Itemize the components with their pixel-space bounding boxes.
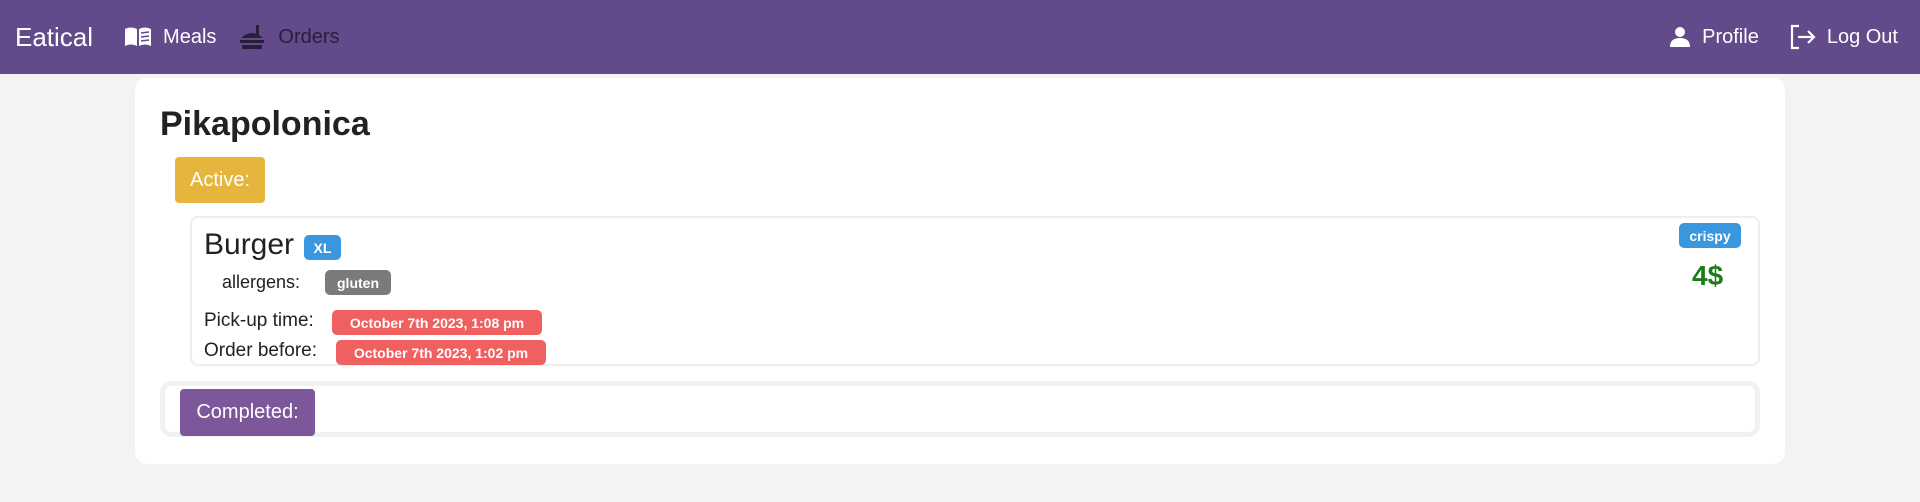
nav-profile-label: Profile xyxy=(1702,25,1759,48)
order-before-badge: October 7th 2023, 1:02 pm xyxy=(336,340,546,365)
logout-icon xyxy=(1789,24,1817,50)
size-badge: XL xyxy=(304,235,341,260)
meal-tag-badge: crispy xyxy=(1679,223,1741,248)
pickup-time-label: Pick-up time: xyxy=(204,310,314,331)
completed-section-button[interactable]: Completed: xyxy=(180,389,315,436)
restaurant-orders-card: Pikapolonica Active: Burger XL allergens… xyxy=(135,78,1785,464)
nav-right: Profile Log Out xyxy=(1638,24,1898,50)
restaurant-name: Pikapolonica xyxy=(160,105,370,143)
nav-logout-link[interactable]: Log Out xyxy=(1789,24,1898,50)
nav-left: Meals Orders xyxy=(123,22,361,52)
nav-meals-label: Meals xyxy=(163,25,217,48)
nav-logout-label: Log Out xyxy=(1826,25,1898,48)
nav-profile-link[interactable]: Profile xyxy=(1668,25,1759,49)
active-section-button[interactable]: Active: xyxy=(175,157,265,203)
allergen-badge: gluten xyxy=(325,270,391,295)
nav-orders-link[interactable]: Orders xyxy=(238,22,340,52)
meal-name: Burger xyxy=(204,228,295,261)
order-before-label: Order before: xyxy=(204,340,317,361)
top-navbar: Eatical Meals Orders Profile Log Out xyxy=(0,0,1920,74)
pickup-time-badge: October 7th 2023, 1:08 pm xyxy=(332,310,542,335)
nav-meals-link[interactable]: Meals xyxy=(123,25,216,49)
nav-orders-label: Orders xyxy=(278,25,340,48)
user-icon xyxy=(1668,25,1692,49)
order-card[interactable]: Burger XL allergens: gluten Pick-up time… xyxy=(190,216,1760,366)
meal-price: 4$ xyxy=(1692,260,1724,291)
completed-section: Completed: xyxy=(160,381,1760,437)
book-icon xyxy=(123,25,153,49)
food-tray-icon xyxy=(238,22,268,52)
brand-logo[interactable]: Eatical xyxy=(15,22,93,53)
allergens-label: allergens: xyxy=(222,272,301,292)
